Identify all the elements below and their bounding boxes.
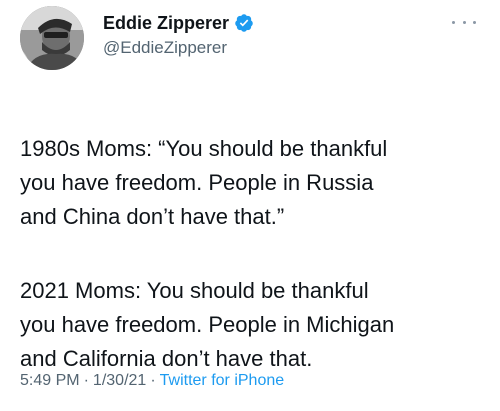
author-handle[interactable]: @EddieZipperer	[103, 38, 227, 58]
meta-separator: ·	[83, 372, 89, 389]
author-display-name[interactable]: Eddie Zipperer	[103, 13, 229, 34]
meta-separator: ·	[150, 372, 156, 389]
more-dot	[473, 20, 476, 24]
tweet-meta: 5:49 PM · 1/30/21 · Twitter for iPhone	[20, 372, 284, 390]
tweet-text: 1980s Moms: “You should be thankful you …	[20, 98, 482, 410]
avatar-image	[20, 6, 84, 70]
avatar[interactable]	[20, 6, 84, 70]
tweet-paragraph-2: 2021 Moms: You should be thankful you ha…	[20, 278, 395, 371]
verified-badge-icon	[234, 13, 254, 33]
more-options-icon[interactable]	[452, 14, 476, 30]
tweet-card: Eddie Zipperer @EddieZipperer 1980s Moms…	[0, 0, 500, 411]
tweet-source-link[interactable]: Twitter for iPhone	[160, 372, 285, 390]
tweet-time[interactable]: 5:49 PM	[20, 372, 80, 390]
more-dot	[452, 20, 455, 24]
tweet-date[interactable]: 1/30/21	[93, 372, 146, 390]
more-dot	[462, 20, 466, 24]
tweet-paragraph-1: 1980s Moms: “You should be thankful you …	[20, 136, 388, 229]
author-name-row[interactable]: Eddie Zipperer	[103, 10, 254, 36]
